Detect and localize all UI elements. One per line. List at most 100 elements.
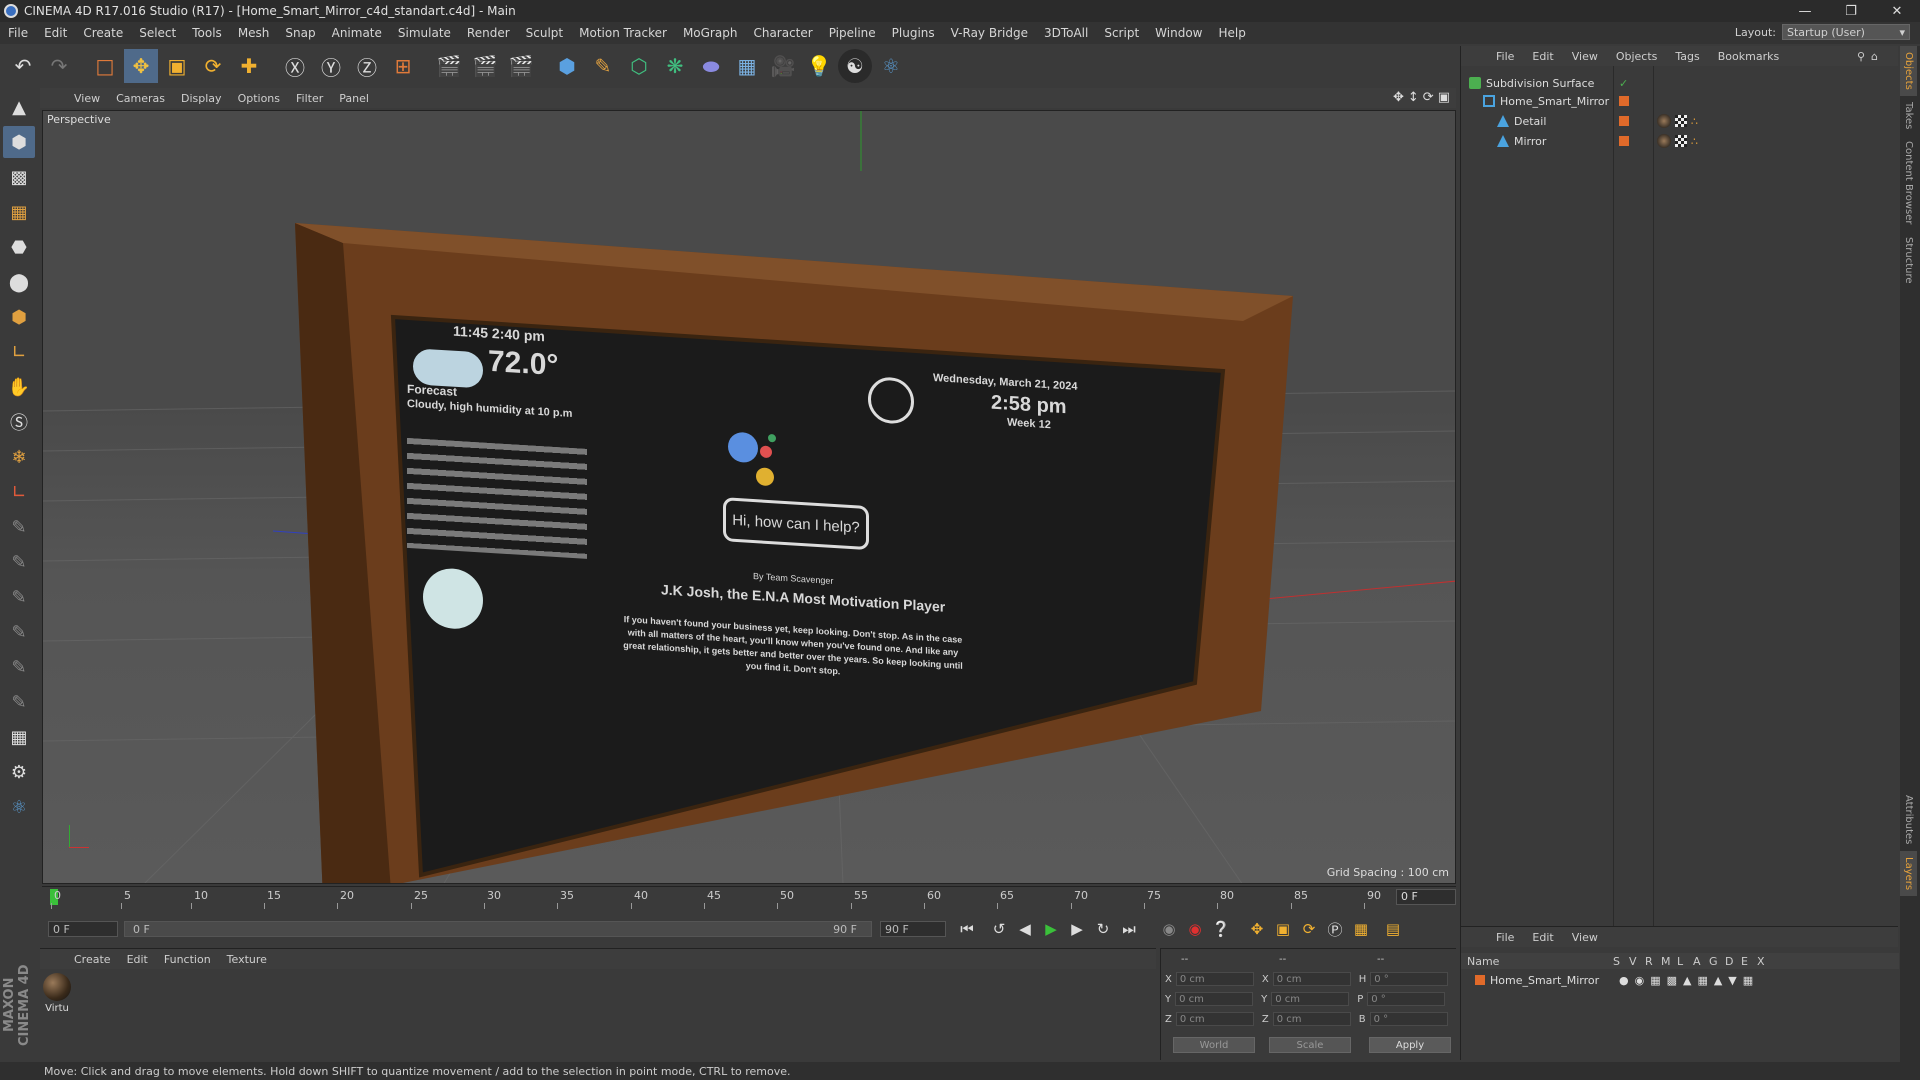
coord-y-size-field[interactable]: 0 cm [1271,992,1350,1006]
undo-icon[interactable]: ↶ [6,49,40,83]
layers-menu-view[interactable]: View [1563,931,1607,944]
frame-range-slider[interactable]: 0 F 90 F [124,921,872,937]
x-axis-lock-icon[interactable]: Ⓧ [278,49,312,83]
menu-script[interactable]: Script [1096,26,1147,40]
coord-scale-dropdown[interactable]: Scale [1269,1037,1351,1053]
record-keys-icon[interactable]: ◉ [1156,916,1182,942]
material-tag-icon[interactable] [1657,114,1671,128]
previous-key-icon[interactable]: ↺ [986,916,1012,942]
polygons-mode-icon[interactable]: ⬢ [3,301,35,333]
viewport-menu-cameras[interactable]: Cameras [108,92,173,105]
autokey-icon[interactable]: ◉ [1182,916,1208,942]
timeline-window-icon[interactable]: ▤ [1380,916,1406,942]
apply-button[interactable]: Apply [1369,1037,1451,1053]
coord-z-size-field[interactable]: 0 cm [1272,1012,1351,1026]
key-parameter-icon[interactable]: Ⓟ [1322,916,1348,942]
menu-help[interactable]: Help [1210,26,1253,40]
menu-create[interactable]: Create [75,26,131,40]
menu-simulate[interactable]: Simulate [390,26,459,40]
vray-bridge-icon[interactable]: ☯ [838,49,872,83]
go-to-start-icon[interactable]: ⏮ [954,916,980,942]
transform-tool-icon[interactable]: ✚ [232,49,266,83]
magnet-tool-icon[interactable]: ✎ [3,616,35,648]
objects-menu-bookmarks[interactable]: Bookmarks [1709,50,1788,63]
side-tab-content-browser[interactable]: Content Browser [1900,135,1917,230]
material-menu-create[interactable]: Create [66,953,119,966]
coord-z-position-field[interactable]: 0 cm [1175,1012,1254,1026]
layout-dropdown[interactable]: Startup (User) ▾ [1782,24,1910,40]
make-editable-icon[interactable]: ▲ [3,91,35,123]
axis-mode-icon[interactable]: ∟ [3,336,35,368]
render-picture-viewer-icon[interactable]: 🎬 [468,49,502,83]
tweak-mode-icon[interactable]: ✋ [3,371,35,403]
home-icon[interactable]: ⌂ [1871,50,1878,63]
current-frame-field[interactable]: 0 F [1396,889,1456,905]
side-tab-takes[interactable]: Takes [1900,96,1917,135]
key-rotation-icon[interactable]: ⟳ [1296,916,1322,942]
subdivision-generator-icon[interactable]: ⬡ [622,49,656,83]
objects-menu-view[interactable]: View [1563,50,1607,63]
texture-tag-icon[interactable]: ∴ [1691,135,1698,148]
key-pla-icon[interactable]: ▦ [1348,916,1374,942]
coord-y-position-field[interactable]: 0 cm [1175,992,1254,1006]
side-tab-objects[interactable]: Objects [1900,46,1917,96]
sculpt-tool-icon[interactable]: ✎ [3,581,35,613]
pen-spline-icon[interactable]: ✎ [586,49,620,83]
paint-tool-icon[interactable]: ✎ [3,546,35,578]
menu-pipeline[interactable]: Pipeline [821,26,884,40]
previous-frame-icon[interactable]: ◀ [1012,916,1038,942]
close-icon[interactable]: ✕ [1874,0,1920,22]
checker-tag-icon[interactable] [1675,135,1687,147]
coord-p-rotation-field[interactable]: 0 ° [1367,992,1446,1006]
material-menu-function[interactable]: Function [156,953,219,966]
object-row-subdivision-surface[interactable]: Subdivision Surface ✓ [1461,74,1899,92]
viewport-menu-display[interactable]: Display [173,92,230,105]
menu-mograph[interactable]: MoGraph [675,26,746,40]
viewport-menu-panel[interactable]: Panel [331,92,377,105]
viewport-menu-view[interactable]: View [66,92,108,105]
object-row-detail[interactable]: Detail ∴ [1461,112,1899,130]
keyframe-selection-icon[interactable]: ❔ [1208,916,1234,942]
scale-tool-icon[interactable]: ▣ [160,49,194,83]
objects-menu-file[interactable]: File [1487,50,1523,63]
texture-mode-icon[interactable]: ▩ [3,161,35,193]
light-icon[interactable]: 💡 [802,49,836,83]
rotate-tool-icon[interactable]: ⟳ [196,49,230,83]
move-tool-icon[interactable]: ✥ [124,49,158,83]
menu-file[interactable]: File [0,26,36,40]
edges-mode-icon[interactable]: ⬤ [3,266,35,298]
coord-x-position-field[interactable]: 0 cm [1175,972,1254,986]
next-key-icon[interactable]: ↻ [1090,916,1116,942]
menu-select[interactable]: Select [131,26,184,40]
coord-h-rotation-field[interactable]: 0 ° [1370,972,1449,986]
menu-window[interactable]: Window [1147,26,1210,40]
play-icon[interactable]: ▶ [1038,916,1064,942]
go-to-end-icon[interactable]: ⏭ [1116,916,1142,942]
texture-tag-icon[interactable]: ∴ [1691,115,1698,128]
y-axis-lock-icon[interactable]: Ⓨ [314,49,348,83]
menu-3dtoall[interactable]: 3DToAll [1036,26,1096,40]
menu-plugins[interactable]: Plugins [884,26,943,40]
start-frame-field[interactable]: 0 F [48,921,118,937]
objects-menu-edit[interactable]: Edit [1523,50,1562,63]
lasso-tool-icon[interactable]: ✎ [3,651,35,683]
material-swatch[interactable]: Virtu [42,973,72,1014]
zoom-icon[interactable]: ↕ [1408,90,1419,105]
layer-row[interactable]: Home_Smart_Mirror ●◉▦▩▲▦▲▼▦ [1461,971,1899,989]
material-tag-icon[interactable] [1657,134,1671,148]
timeline-ruler[interactable]: 0 5 10 15 20 25 30 35 40 45 50 55 60 65 … [42,886,1456,909]
live-selection-icon[interactable]: □ [88,49,122,83]
snap-icon[interactable]: ❄ [3,441,35,473]
coord-x-size-field[interactable]: 0 cm [1272,972,1351,986]
side-tab-structure[interactable]: Structure [1900,231,1917,290]
menu-vray-bridge[interactable]: V-Ray Bridge [943,26,1036,40]
layers-menu-edit[interactable]: Edit [1523,931,1562,944]
menu-tools[interactable]: Tools [184,26,230,40]
menu-animate[interactable]: Animate [324,26,390,40]
model-mode-icon[interactable]: ⬢ [3,126,35,158]
menu-motion-tracker[interactable]: Motion Tracker [571,26,675,40]
object-row-home-smart-mirror[interactable]: Home_Smart_Mirror [1461,92,1899,110]
python-script-icon[interactable]: ⚛ [3,791,35,823]
coord-system-dropdown[interactable]: World [1173,1037,1255,1053]
viewport-menu-filter[interactable]: Filter [288,92,331,105]
